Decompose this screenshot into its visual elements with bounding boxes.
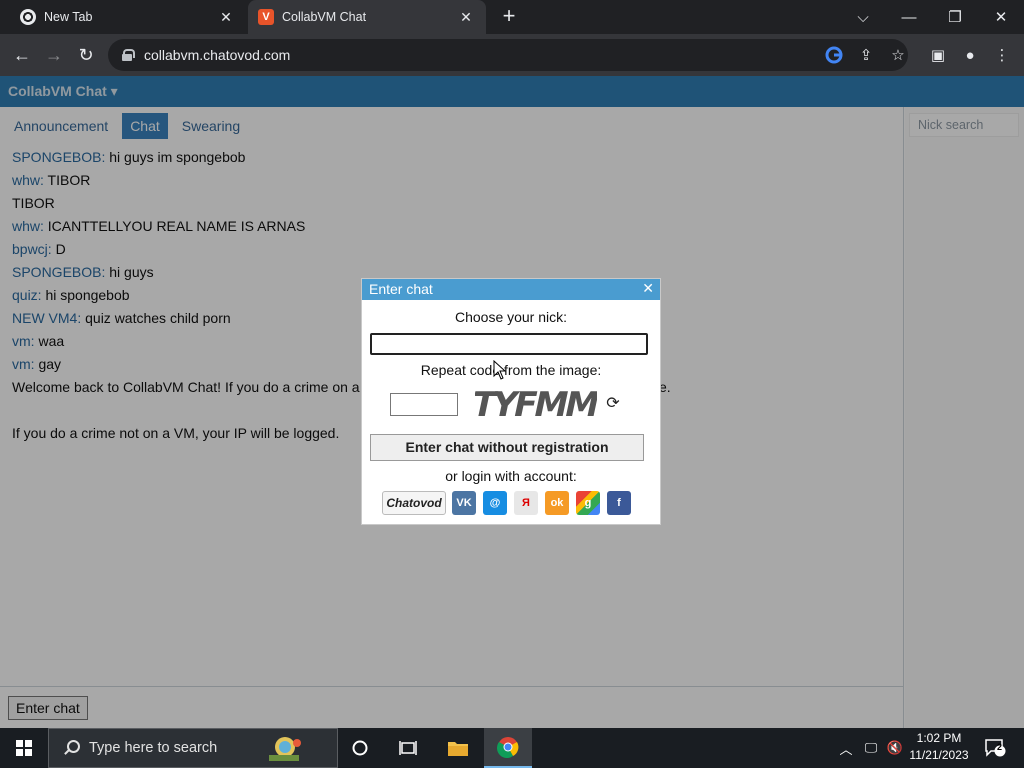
new-tab-button[interactable]: + [498, 5, 520, 28]
volume-muted-icon[interactable]: 🔇 [884, 728, 906, 768]
facebook-login-icon[interactable]: f [607, 491, 631, 515]
taskbar-search-placeholder: Type here to search [89, 740, 218, 756]
taskbar-search-box[interactable]: Type here to search [48, 728, 338, 768]
menu-kebab-icon[interactable]: ⋮ [990, 43, 1014, 67]
bookmark-star-icon[interactable]: ☆ [886, 43, 910, 67]
tab-title: CollabVM Chat [282, 10, 367, 24]
task-view-icon[interactable] [384, 728, 432, 768]
nick-input[interactable] [370, 333, 648, 355]
show-hidden-icons-chevron-icon[interactable]: ︿ [836, 728, 856, 768]
search-highlight-balloon-icon [263, 735, 303, 763]
back-arrow-icon[interactable]: ← [10, 43, 34, 67]
restore-icon[interactable]: ❐ [932, 0, 978, 34]
refresh-captcha-icon[interactable]: ⟳ [604, 395, 622, 413]
chatovod-login-button[interactable]: Chatovod [382, 491, 446, 515]
tab-title: New Tab [44, 10, 93, 24]
repeat-code-label: Repeat code from the image: [420, 362, 602, 378]
share-icon[interactable]: ⇪ [854, 43, 878, 67]
chrome-icon [20, 9, 36, 25]
network-icon[interactable]: 🖵 [860, 728, 882, 768]
profile-avatar-icon[interactable]: ● [958, 43, 982, 67]
mouse-pointer-icon [493, 359, 507, 380]
url-text: collabvm.chatovod.com [144, 47, 291, 63]
mailru-login-icon[interactable]: @ [483, 491, 507, 515]
taskbar-clock[interactable]: 1:02 PM 11/21/2023 [905, 730, 973, 764]
enter-chat-dialog: Enter chat ✕ Choose your nick: Repeat co… [361, 278, 661, 525]
browser-tab-collabvm-chat[interactable]: V CollabVM Chat ✕ [248, 0, 486, 34]
social-login-list: Chatovod VK @ Я ok g f [382, 491, 638, 516]
chrome-taskbar-icon[interactable] [484, 728, 532, 768]
close-tab-icon[interactable]: ✕ [458, 9, 474, 26]
choose-nick-label: Choose your nick: [454, 309, 568, 325]
lock-icon [122, 49, 135, 61]
cortana-icon[interactable] [336, 728, 384, 768]
browser-tab-strip: New Tab ✕ V CollabVM Chat ✕ + ⌵ — ❐ ✕ [0, 0, 1024, 34]
close-tab-icon[interactable]: ✕ [218, 9, 234, 26]
tab-search-chevron-icon[interactable]: ⌵ [840, 0, 886, 34]
clock-date: 11/21/2023 [909, 748, 969, 762]
google-login-icon[interactable]: g [576, 491, 600, 515]
captcha-code-input[interactable] [390, 393, 458, 416]
forward-arrow-icon[interactable]: → [42, 43, 66, 67]
search-icon [63, 740, 80, 756]
dialog-header: Enter chat ✕ [362, 279, 660, 300]
browser-tab-new-tab[interactable]: New Tab ✕ [0, 0, 246, 34]
login-label: or login with account: [445, 468, 577, 484]
notification-count-badge: 2 [997, 742, 1003, 752]
windows-logo-icon [16, 740, 32, 756]
file-explorer-icon[interactable] [434, 728, 482, 768]
captcha-text: TYFMM [475, 385, 597, 423]
google-lens-icon[interactable] [822, 43, 846, 67]
side-panel-icon[interactable]: ▣ [926, 43, 950, 67]
reload-icon[interactable]: ↻ [74, 43, 98, 67]
odnoklassniki-login-icon[interactable]: ok [545, 491, 569, 515]
windows-taskbar: Type here to search ︿ 🖵 🔇 1:02 PM 11/21/… [0, 728, 1024, 768]
minimize-icon[interactable]: — [886, 0, 932, 34]
start-button[interactable] [0, 728, 48, 768]
chatovod-favicon-icon: V [258, 9, 274, 25]
dialog-title: Enter chat [369, 281, 433, 297]
clock-time: 1:02 PM [916, 731, 962, 745]
address-bar[interactable]: collabvm.chatovod.com [108, 39, 908, 71]
enter-without-registration-button[interactable]: Enter chat without registration [370, 434, 644, 461]
close-icon[interactable]: ✕ [642, 280, 654, 297]
yandex-login-icon[interactable]: Я [514, 491, 538, 515]
browser-toolbar: ← → ↻ collabvm.chatovod.com ⇪ ☆ ▣ ● ⋮ [0, 34, 1024, 76]
close-window-icon[interactable]: ✕ [978, 0, 1024, 34]
vk-login-icon[interactable]: VK [452, 491, 476, 515]
captcha-image: TYFMM [468, 383, 601, 425]
notifications-icon[interactable]: 2 [978, 728, 1012, 768]
